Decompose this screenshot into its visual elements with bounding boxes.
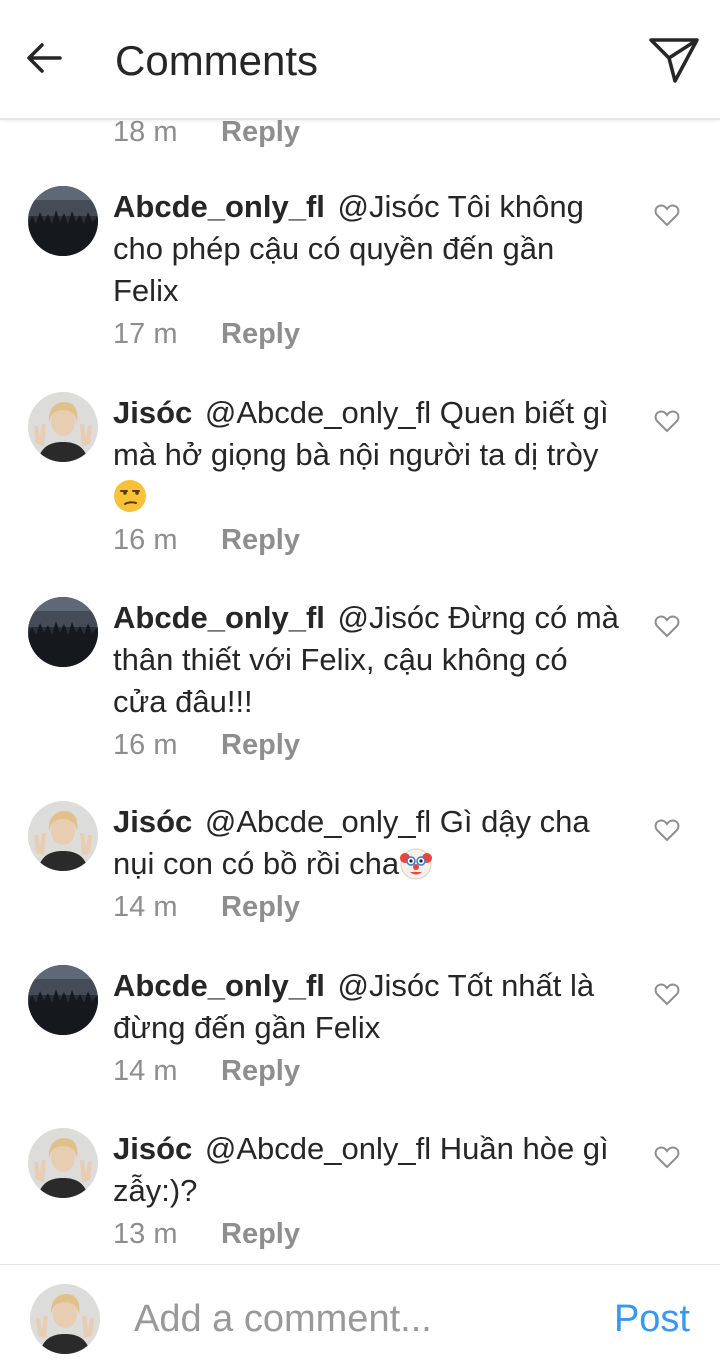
like-button[interactable] — [651, 405, 683, 437]
comments-list[interactable]: 18 m Reply Abcde_only_fl @Jisóc Tôi khôn… — [0, 120, 720, 1264]
comment-meta: 13 m Reply — [113, 1216, 623, 1252]
reply-button[interactable]: Reply — [221, 727, 300, 763]
person-peace-sign-avatar[interactable] — [28, 1128, 98, 1198]
page-title: Comments — [115, 37, 319, 84]
like-button[interactable] — [651, 1141, 683, 1173]
like-button[interactable] — [651, 978, 683, 1010]
comment-composer: Post — [0, 1264, 720, 1366]
like-button[interactable] — [651, 814, 683, 846]
reply-button[interactable]: Reply — [221, 889, 300, 925]
comment-text: Jisóc @Abcde_only_fl Quen biết gì mà hở … — [113, 392, 623, 518]
comment-username[interactable]: Jisóc — [113, 804, 192, 839]
post-button[interactable]: Post — [614, 1295, 690, 1343]
comment-time: 17 m — [113, 318, 178, 350]
comment-text: Jisóc @Abcde_only_fl Huần hòe gì zẫy:)? — [113, 1128, 623, 1212]
comment-username[interactable]: Jisóc — [113, 1131, 192, 1166]
partial-comment-meta: 18 m Reply — [113, 120, 300, 150]
comment-input[interactable] — [134, 1295, 574, 1343]
night-forest-avatar[interactable] — [28, 965, 98, 1035]
share-button[interactable] — [642, 28, 706, 92]
person-peace-sign-avatar[interactable] — [28, 801, 98, 871]
comment-text: Jisóc @Abcde_only_fl Gì dậy cha nụi con … — [113, 801, 623, 885]
paper-plane-icon — [649, 38, 699, 83]
comment-content: Jisóc @Abcde_only_fl Gì dậy cha nụi con … — [113, 801, 623, 925]
comment-username[interactable]: Jisóc — [113, 395, 192, 430]
comment-username[interactable]: Abcde_only_fl — [113, 600, 325, 635]
reply-button[interactable]: Reply — [221, 120, 300, 150]
reply-button[interactable]: Reply — [221, 1053, 300, 1089]
comment-content: Abcde_only_fl @Jisóc Tôi không cho phép … — [113, 186, 623, 352]
comment-username[interactable]: Abcde_only_fl — [113, 189, 325, 224]
comment-text: Abcde_only_fl @Jisóc Tôi không cho phép … — [113, 186, 623, 312]
like-button[interactable] — [651, 199, 683, 231]
comment-meta: 16 m Reply — [113, 727, 623, 763]
reply-button[interactable]: Reply — [221, 316, 300, 352]
comment-time: 16 m — [113, 524, 178, 556]
heart-icon — [654, 819, 680, 842]
comments-screen: Comments 18 m Reply Abcde_only_fl @Jisóc… — [0, 0, 720, 1366]
night-forest-avatar[interactable] — [28, 597, 98, 667]
comment-time: 14 m — [113, 1055, 178, 1087]
comment-content: Jisóc @Abcde_only_fl Huần hòe gì zẫy:)? … — [113, 1128, 623, 1252]
comment-content: Abcde_only_fl @Jisóc Đừng có mà thân thi… — [113, 597, 623, 763]
reply-button[interactable]: Reply — [221, 522, 300, 558]
comment-text: Abcde_only_fl @Jisóc Tốt nhất là đừng đế… — [113, 965, 623, 1049]
comment-username[interactable]: Abcde_only_fl — [113, 968, 325, 1003]
comment-time: 13 m — [113, 1218, 178, 1250]
night-forest-avatar[interactable] — [28, 186, 98, 256]
comment-meta: 14 m Reply — [113, 1053, 623, 1089]
comment-time: 16 m — [113, 729, 178, 761]
heart-icon — [654, 983, 680, 1006]
comment-content: Jisóc @Abcde_only_fl Quen biết gì mà hở … — [113, 392, 623, 558]
heart-icon — [654, 204, 680, 227]
comment-meta: 14 m Reply — [113, 889, 623, 925]
comment-content: Abcde_only_fl @Jisóc Tốt nhất là đừng đế… — [113, 965, 623, 1089]
back-button[interactable] — [14, 28, 74, 88]
heart-icon — [654, 1146, 680, 1169]
comment-meta: 17 m Reply — [113, 316, 623, 352]
unamused-face-icon — [114, 480, 146, 512]
comment-text: Abcde_only_fl @Jisóc Đừng có mà thân thi… — [113, 597, 623, 723]
person-peace-sign-avatar — [30, 1284, 100, 1354]
heart-icon — [654, 410, 680, 433]
clown-face-icon — [400, 848, 433, 880]
like-button[interactable] — [651, 610, 683, 642]
comment-meta: 16 m Reply — [113, 522, 623, 558]
heart-icon — [654, 615, 680, 638]
reply-button[interactable]: Reply — [221, 1216, 300, 1252]
comment-time: 18 m — [113, 120, 178, 148]
header-bar: Comments — [0, 0, 720, 120]
arrow-left-icon — [27, 43, 62, 73]
person-peace-sign-avatar[interactable] — [28, 392, 98, 462]
comment-time: 14 m — [113, 891, 178, 923]
